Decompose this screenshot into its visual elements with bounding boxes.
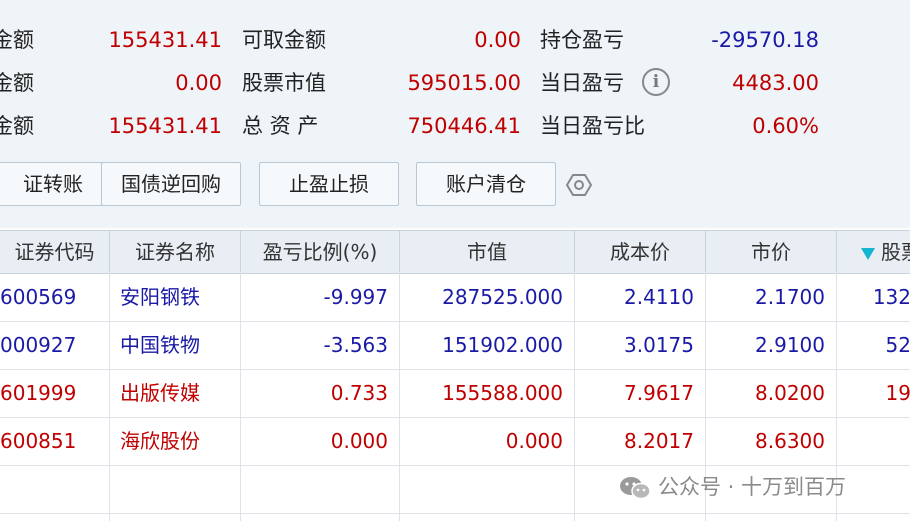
daily-pnl-ratio-label: 当日盈亏比 <box>540 114 645 138</box>
withdrawable-amount-label: 可取金额 <box>242 28 326 52</box>
cell-shares: 52 <box>885 333 910 357</box>
column-header-shares-label: 股票 <box>881 240 910 264</box>
table-row[interactable]: 601999 出版传媒 0.733 155588.000 7.9617 8.0200 19 <box>0 369 910 418</box>
cell-pnl-pct: -3.563 <box>323 333 388 357</box>
clear-account-button[interactable]: 账户清仓 <box>416 162 556 206</box>
cell-price: 8.6300 <box>755 429 825 453</box>
cell-cost: 8.2017 <box>624 429 694 453</box>
stock-market-value-value: 595015.00 <box>407 71 521 95</box>
summary-value: 0.00 <box>175 71 222 95</box>
position-pnl-value: -29570.18 <box>711 28 819 52</box>
daily-pnl-value: 4483.00 <box>732 71 819 95</box>
watermark-text: 公众号 · 十万到百万 <box>658 475 847 499</box>
transfer-button[interactable]: 证转账 <box>0 162 112 206</box>
cell-cost: 3.0175 <box>624 333 694 357</box>
cell-market-value: 155588.000 <box>442 381 563 405</box>
total-assets-value: 750446.41 <box>407 114 521 138</box>
cell-shares <box>837 417 910 465</box>
cell-name: 海欣股份 <box>120 429 200 453</box>
position-pnl-label: 持仓盈亏 <box>540 28 624 52</box>
cell-market-value: 0.000 <box>505 429 563 453</box>
take-profit-stop-loss-button[interactable]: 止盈止损 <box>259 162 399 206</box>
column-header-price[interactable]: 市价 <box>706 231 837 273</box>
table-row[interactable]: 600569 安阳钢铁 -9.997 287525.000 2.4110 2.1700 13… <box>0 273 910 322</box>
cell-pnl-pct: 0.000 <box>330 429 388 453</box>
wechat-icon <box>620 477 651 500</box>
table-row[interactable]: 600851 海欣股份 0.000 0.000 8.2017 8.6300 <box>0 417 910 466</box>
settings-hexagon-icon[interactable] <box>566 172 592 198</box>
summary-label: 金额 <box>0 28 34 52</box>
summary-label: 金额 <box>0 114 34 138</box>
cell-code: 000927 <box>0 333 77 357</box>
info-icon[interactable]: i <box>642 68 670 96</box>
cell-pnl-pct: 0.733 <box>330 381 388 405</box>
withdrawable-amount-value: 0.00 <box>474 28 521 52</box>
column-header-cost[interactable]: 成本价 <box>575 231 706 273</box>
stock-market-value-label: 股票市值 <box>242 71 326 95</box>
column-header-code[interactable]: 证券代码 <box>0 231 110 273</box>
cell-price: 8.0200 <box>755 381 825 405</box>
cell-name: 安阳钢铁 <box>120 285 200 309</box>
summary-label: 金额 <box>0 71 34 95</box>
column-header-name[interactable]: 证券名称 <box>110 231 241 273</box>
total-assets-label: 总 资 产 <box>242 114 319 138</box>
account-summary: 金额 155431.41 金额 0.00 金额 155431.41 可取金额 0… <box>0 0 910 228</box>
daily-pnl-label: 当日盈亏 <box>540 71 624 95</box>
cell-name: 中国铁物 <box>120 333 200 357</box>
table-row[interactable]: 000927 中国铁物 -3.563 151902.000 3.0175 2.9100 52 <box>0 321 910 370</box>
column-header-pnl-pct[interactable]: 盈亏比例(%) <box>241 231 400 273</box>
cell-market-value: 287525.000 <box>442 285 563 309</box>
cell-pnl-pct: -9.997 <box>323 285 388 309</box>
cell-code: 600851 <box>0 429 77 453</box>
cell-price: 2.9100 <box>755 333 825 357</box>
reverse-repo-button[interactable]: 国债逆回购 <box>101 162 241 206</box>
cell-cost: 2.4110 <box>624 285 694 309</box>
cell-code: 600569 <box>0 285 77 309</box>
cell-name: 出版传媒 <box>120 381 200 405</box>
sort-desc-icon <box>861 247 875 260</box>
cell-cost: 7.9617 <box>624 381 694 405</box>
column-header-shares[interactable]: 股票 <box>837 231 910 273</box>
summary-value: 155431.41 <box>108 114 222 138</box>
cell-shares: 132 <box>872 285 910 309</box>
cell-market-value: 151902.000 <box>442 333 563 357</box>
cell-shares: 19 <box>885 381 910 405</box>
holdings-table-header: 证券代码 证券名称 盈亏比例(%) 市值 成本价 市价 股票 <box>0 230 910 274</box>
daily-pnl-ratio-value: 0.60% <box>752 114 819 138</box>
cell-code: 601999 <box>0 381 77 405</box>
column-header-market-value[interactable]: 市值 <box>400 231 575 273</box>
cell-price: 2.1700 <box>755 285 825 309</box>
summary-value: 155431.41 <box>108 28 222 52</box>
